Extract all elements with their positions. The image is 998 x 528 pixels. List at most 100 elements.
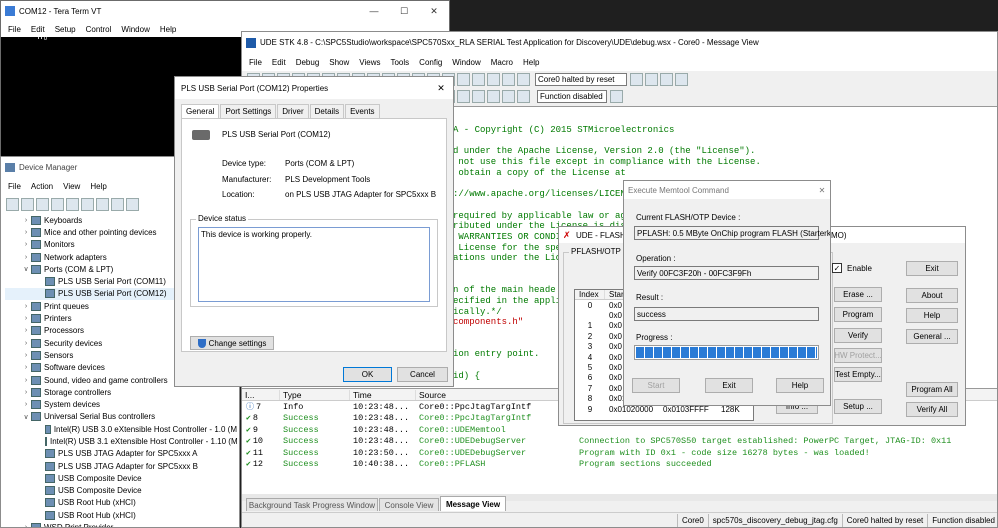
message-column-header[interactable]: Time	[350, 389, 416, 400]
message-row[interactable]: ✔ 11 Success 10:23:50... Core0::UDEDebugServ…	[242, 447, 997, 459]
sector-column-header[interactable]: Index	[575, 290, 605, 299]
chevron-right-icon[interactable]: ›	[21, 241, 31, 248]
chevron-right-icon[interactable]: ›	[21, 229, 31, 236]
device-tree-item[interactable]: PLS USB JTAG Adapter for SPC5xxx A	[5, 448, 237, 460]
properties-tab-details[interactable]: Details	[309, 104, 345, 118]
devmgr-menu-view[interactable]: View	[58, 182, 85, 191]
update-driver-icon[interactable]	[66, 197, 79, 211]
core-step-icon[interactable]	[675, 72, 688, 86]
enable-checkbox[interactable]: ✓	[832, 263, 842, 273]
teraterm-terminal-text[interactable]: ¹ ²h▯	[21, 32, 48, 42]
register-icon[interactable]	[472, 72, 485, 86]
ude-menu-help[interactable]: Help	[518, 58, 544, 67]
memtool-help-button[interactable]: Help	[776, 378, 824, 393]
teraterm-menu-help[interactable]: Help	[155, 25, 181, 34]
device-tree-item[interactable]: USB Composite Device	[5, 472, 237, 484]
search-icon[interactable]	[487, 72, 500, 86]
chevron-right-icon[interactable]: ›	[21, 217, 31, 224]
ude-tab[interactable]: Message View	[440, 496, 506, 511]
devmgr-menu-help[interactable]: Help	[85, 182, 111, 191]
message-row[interactable]: ✔ 10 Success 10:23:48... Core0::UDEDebugServ…	[242, 436, 997, 448]
core-reset-icon[interactable]	[660, 72, 673, 86]
function-icon[interactable]	[610, 89, 623, 103]
cancel-button[interactable]: Cancel	[397, 367, 448, 382]
scan-hardware-icon[interactable]	[81, 197, 94, 211]
flash-side-button[interactable]: General ...	[906, 329, 958, 344]
message-column-header[interactable]: I...	[242, 389, 280, 400]
chevron-right-icon[interactable]: ›	[21, 327, 31, 334]
ude-menu-file[interactable]: File	[244, 58, 267, 67]
device-tree-item[interactable]: ∨ Universal Serial Bus controllers	[5, 411, 237, 423]
function-status-field[interactable]: Function disabled	[537, 89, 607, 103]
flash-action-button[interactable]: Verify	[834, 328, 882, 343]
disable-icon[interactable]	[111, 197, 124, 211]
ude-menu-window[interactable]: Window	[447, 58, 485, 67]
device-tree-item[interactable]: USB Composite Device	[5, 485, 237, 497]
close-icon[interactable]: ✕	[429, 83, 453, 94]
ude-menu-views[interactable]: Views	[354, 58, 385, 67]
flash-action-button[interactable]: HW Protect...	[834, 348, 882, 363]
chevron-right-icon[interactable]: ›	[21, 303, 31, 310]
properties-tab-port-settings[interactable]: Port Settings	[220, 104, 277, 118]
chevron-right-icon[interactable]: ›	[21, 364, 31, 371]
close-icon[interactable]: ✕	[419, 1, 449, 21]
device-tree-item[interactable]: PLS USB JTAG Adapter for SPC5xxx B	[5, 460, 237, 472]
message-column-header[interactable]: Type	[280, 389, 350, 400]
change-settings-button[interactable]: Change settings	[190, 336, 274, 350]
devmgr-menu-action[interactable]: Action	[26, 182, 58, 191]
flash-action-button[interactable]: Erase ...	[834, 287, 882, 302]
device-tree-item[interactable]: Intel(R) USB 3.1 eXtensible Host Control…	[5, 435, 238, 447]
device-status-text[interactable]: This device is working properly.	[198, 227, 430, 302]
teraterm-menu-setup[interactable]: Setup	[50, 25, 81, 34]
chevron-right-icon[interactable]: ›	[21, 352, 31, 359]
core-go-icon[interactable]	[630, 72, 643, 86]
target-icon[interactable]	[517, 72, 530, 86]
enable-checkbox-row[interactable]: ✓ Enable	[832, 263, 872, 273]
properties-titlebar[interactable]: PLS USB Serial Port (COM12) Properties ✕	[175, 77, 453, 99]
chevron-down-icon[interactable]: ∨	[21, 413, 31, 421]
hand-icon[interactable]	[502, 72, 515, 86]
device-tree-item[interactable]: › System devices	[5, 398, 237, 410]
device-tree-item[interactable]: USB Root Hub (xHCI)	[5, 497, 237, 509]
flash-side-button[interactable]: Exit	[906, 261, 958, 276]
maximize-icon[interactable]: ☐	[389, 1, 419, 21]
teraterm-titlebar[interactable]: COM12 - Tera Term VT — ☐ ✕	[1, 1, 449, 21]
device-tree-item[interactable]: USB Root Hub (xHCI)	[5, 509, 237, 521]
ude-tab[interactable]: Console View	[379, 498, 439, 511]
minimize-icon[interactable]: —	[359, 1, 389, 21]
device-tree-item[interactable]: › Storage controllers	[5, 386, 237, 398]
properties-tab-general[interactable]: General	[181, 104, 220, 118]
uninstall-icon[interactable]	[96, 197, 109, 211]
ude-menu-macro[interactable]: Macro	[486, 58, 518, 67]
flash-action-button[interactable]: Program	[834, 307, 882, 322]
flash-side-button[interactable]: Program All	[906, 382, 958, 397]
flash-side-button[interactable]: About	[906, 288, 958, 303]
chevron-right-icon[interactable]: ›	[21, 389, 31, 396]
ude-menu-debug[interactable]: Debug	[291, 58, 325, 67]
teraterm-menu-control[interactable]: Control	[81, 25, 117, 34]
chevron-right-icon[interactable]: ›	[21, 401, 31, 408]
flash-action-button[interactable]: Test Empty...	[834, 367, 882, 382]
devmgr-menu-file[interactable]: File	[3, 182, 26, 191]
ude-tab[interactable]: Background Task Progress Window	[246, 498, 378, 511]
chevron-right-icon[interactable]: ›	[21, 340, 31, 347]
core-status-field[interactable]: Core0 halted by reset	[535, 72, 627, 86]
help-icon[interactable]	[51, 197, 64, 211]
flash-side-button[interactable]: Verify All	[906, 402, 958, 417]
ude-menu-edit[interactable]: Edit	[267, 58, 291, 67]
cascade-icon[interactable]	[517, 89, 530, 103]
chevron-right-icon[interactable]: ›	[21, 315, 31, 322]
chevron-right-icon[interactable]: ›	[21, 524, 31, 527]
properties-icon[interactable]	[36, 197, 49, 211]
memory-icon[interactable]	[457, 72, 470, 86]
terminal-icon[interactable]	[457, 89, 470, 103]
chevron-down-icon[interactable]: ∨	[21, 265, 31, 273]
memtool-exit-button[interactable]: Exit	[705, 378, 753, 393]
forward-icon[interactable]	[21, 197, 34, 211]
ok-button[interactable]: OK	[343, 367, 392, 382]
memtool-titlebar[interactable]: Execute Memtool Command ✕	[624, 181, 830, 199]
ude-menu-show[interactable]: Show	[324, 58, 354, 67]
download-icon[interactable]	[126, 197, 139, 211]
message-row[interactable]: ✔ 12 Success 10:40:38... Core0::PFLASH Progra…	[242, 459, 997, 471]
back-icon[interactable]	[6, 197, 19, 211]
